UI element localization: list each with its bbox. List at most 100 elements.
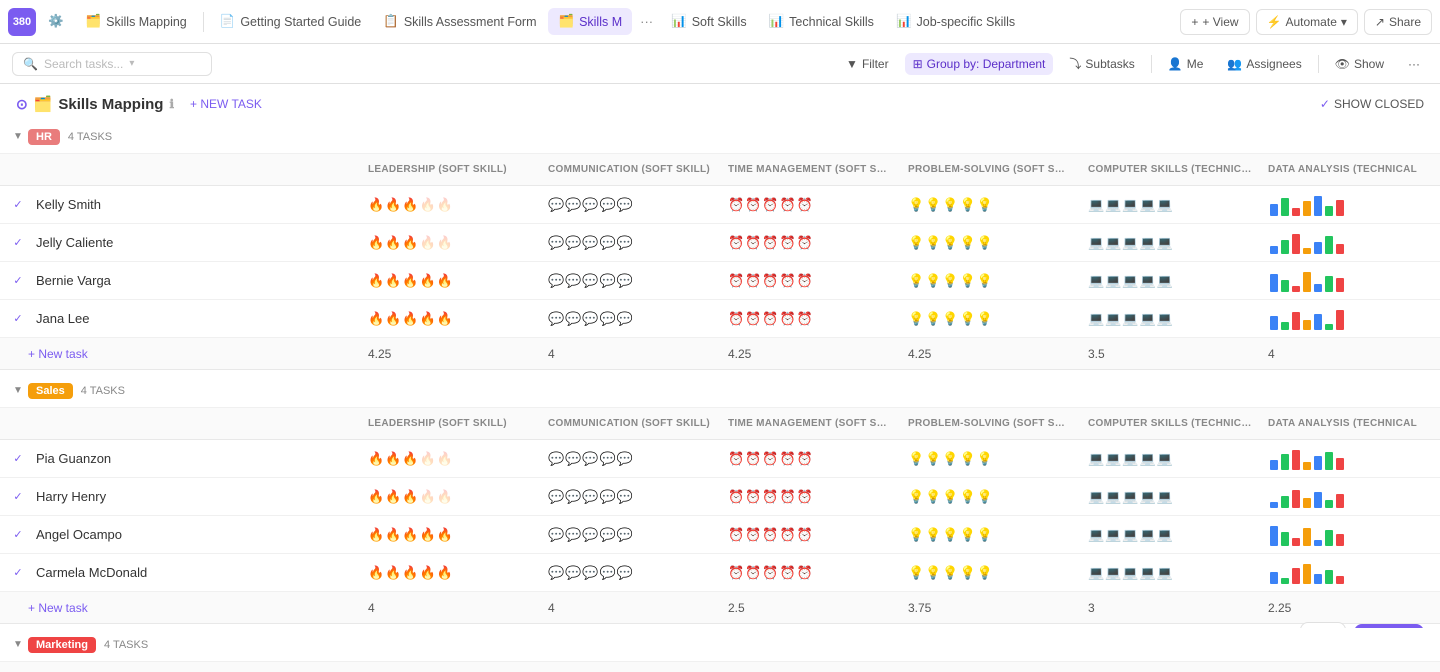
group-header-marketing: ▼ Marketing 4 TASKS xyxy=(0,628,1440,662)
footer-problem-sales: 3.75 xyxy=(900,601,1080,615)
task-name: Angel Ocampo xyxy=(28,527,360,542)
automate-button[interactable]: ⚡ Automate ▾ xyxy=(1256,9,1358,35)
task-checkbox[interactable]: ✓ xyxy=(8,198,28,211)
task-communication-cell: 💬💬💬💬💬 xyxy=(540,197,720,213)
nav-tab-job-specific[interactable]: 📊 Job-specific Skills xyxy=(886,8,1025,35)
task-checkbox[interactable]: ✓ xyxy=(8,490,28,503)
subtasks-icon: ⤵ xyxy=(1069,55,1081,72)
view-button[interactable]: + + View xyxy=(1180,9,1249,35)
board-collapse-icon[interactable]: ⊙ xyxy=(16,96,28,113)
task-row[interactable]: ✓ Angel Ocampo 🔥🔥🔥🔥🔥 💬💬💬💬💬 ⏰⏰⏰⏰⏰ 💡💡💡💡💡 💻… xyxy=(0,516,1440,554)
nav-tab-clickup[interactable]: ⚙️ xyxy=(38,8,74,35)
new-task-button-hr[interactable]: + New task xyxy=(0,347,360,361)
task-leadership-cell: 🔥🔥🔥🔥🔥 xyxy=(360,197,540,213)
col-leadership: LEADERSHIP (SOFT SKILL) xyxy=(360,418,540,429)
nav-actions: + + View ⚡ Automate ▾ ↗ Share xyxy=(1180,9,1432,35)
task-computer-cell: 💻💻💻💻💻 xyxy=(1080,451,1260,467)
group-badge-marketing: Marketing xyxy=(28,637,96,653)
task-name: Jelly Caliente xyxy=(28,235,360,250)
task-checkbox[interactable]: ✓ xyxy=(8,452,28,465)
share-button[interactable]: ↗ Share xyxy=(1364,9,1432,35)
app-logo[interactable]: 380 xyxy=(8,8,36,36)
column-headers-marketing: LEADERSHIP (SOFT SKILL) COMMUNICATION (S… xyxy=(0,662,1440,672)
filter-button[interactable]: ▼ Filter xyxy=(838,53,897,75)
col-data-analysis: DATA ANALYSIS (TECHNICAL xyxy=(1260,164,1440,175)
main-content: ⊙ 🗂️ Skills Mapping ℹ + NEW TASK ✓ SHOW … xyxy=(0,84,1440,672)
subtasks-button[interactable]: ⤵ Subtasks xyxy=(1061,51,1142,76)
nav-tab-skills-assessment[interactable]: 📋 Skills Assessment Form xyxy=(373,8,546,35)
new-task-button-sales[interactable]: + New task xyxy=(0,601,360,615)
group-toggle-sales[interactable]: ▼ xyxy=(8,381,28,401)
task-problem-cell: 💡💡💡💡💡 xyxy=(900,197,1080,213)
nav-more-tabs[interactable]: ··· xyxy=(634,10,659,33)
task-checkbox[interactable]: ✓ xyxy=(8,274,28,287)
nav-title-icon: 🗂️ xyxy=(86,14,102,29)
footer-time-sales: 2.5 xyxy=(720,601,900,615)
task-problem-cell: 💡💡💡💡💡 xyxy=(900,273,1080,289)
task-checkbox[interactable]: ✓ xyxy=(8,528,28,541)
task-row[interactable]: ✓ Kelly Smith 🔥🔥🔥🔥🔥 💬💬💬💬💬 ⏰⏰⏰⏰⏰ 💡💡💡💡💡 💻💻… xyxy=(0,186,1440,224)
task-name: Bernie Varga xyxy=(28,273,360,288)
filter-icon: ▼ xyxy=(846,57,858,71)
more-options-button[interactable]: ··· xyxy=(1400,53,1428,75)
task-computer-cell: 💻💻💻💻💻 xyxy=(1080,235,1260,251)
task-leadership-cell: 🔥🔥🔥🔥🔥 xyxy=(360,489,540,505)
task-communication-cell: 💬💬💬💬💬 xyxy=(540,451,720,467)
task-name: Kelly Smith xyxy=(28,197,360,212)
task-computer-cell: 💻💻💻💻💻 xyxy=(1080,197,1260,213)
task-problem-cell: 💡💡💡💡💡 xyxy=(900,235,1080,251)
task-data-cell xyxy=(1260,308,1440,330)
footer-computer-hr: 3.5 xyxy=(1080,347,1260,361)
nav-tab-getting-started[interactable]: 📄 Getting Started Guide xyxy=(210,8,371,35)
task-data-cell xyxy=(1260,232,1440,254)
col-problem-solving: PROBLEM-SOLVING (SOFT SKIL... xyxy=(900,164,1080,175)
task-leadership-cell: 🔥🔥🔥🔥🔥 xyxy=(360,451,540,467)
show-closed-button[interactable]: ✓ SHOW CLOSED xyxy=(1320,97,1424,111)
search-box[interactable]: 🔍 Search tasks... ▾ xyxy=(12,52,212,76)
group-hr: ▼ HR 4 TASKS LEADERSHIP (SOFT SKILL) COM… xyxy=(0,120,1440,370)
nav-tab-soft-skills[interactable]: 📊 Soft Skills xyxy=(661,8,756,35)
group-toggle-hr[interactable]: ▼ xyxy=(8,127,28,147)
grid-icon: 🗂️ xyxy=(558,14,574,29)
task-checkbox[interactable]: ✓ xyxy=(8,566,28,579)
add-task-button[interactable]: + NEW TASK xyxy=(182,94,270,114)
task-data-cell xyxy=(1260,562,1440,584)
group-toggle-marketing[interactable]: ▼ xyxy=(8,635,28,655)
task-row[interactable]: ✓ Carmela McDonald 🔥🔥🔥🔥🔥 💬💬💬💬💬 ⏰⏰⏰⏰⏰ 💡💡💡… xyxy=(0,554,1440,592)
task-row[interactable]: ✓ Pia Guanzon 🔥🔥🔥🔥🔥 💬💬💬💬💬 ⏰⏰⏰⏰⏰ 💡💡💡💡💡 💻💻… xyxy=(0,440,1440,478)
nav-tab-skills-m[interactable]: 🗂️ Skills M xyxy=(548,8,632,35)
nav-tab-technical-skills[interactable]: 📊 Technical Skills xyxy=(759,8,884,35)
toolbar-divider xyxy=(1151,55,1152,73)
task-computer-cell: 💻💻💻💻💻 xyxy=(1080,489,1260,505)
task-name: Jana Lee xyxy=(28,311,360,326)
task-communication-cell: 💬💬💬💬💬 xyxy=(540,235,720,251)
task-checkbox[interactable]: ✓ xyxy=(8,312,28,325)
group-by-button[interactable]: ⊞ Group by: Department xyxy=(905,53,1054,75)
assignees-button[interactable]: 👥 Assignees xyxy=(1219,53,1309,75)
col-computer-skills: COMPUTER SKILLS (TECHNICA... xyxy=(1080,164,1260,175)
task-checkbox[interactable]: ✓ xyxy=(8,236,28,249)
info-icon[interactable]: ℹ xyxy=(169,97,174,111)
group-task-count-hr: 4 TASKS xyxy=(68,131,112,143)
show-button[interactable]: 👁 Show xyxy=(1327,53,1392,75)
task-data-cell xyxy=(1260,448,1440,470)
checkmark-icon: ✓ xyxy=(1320,97,1330,111)
new-task-row-sales: + New task 4 4 2.5 3.75 3 2.25 xyxy=(0,592,1440,624)
group-badge-hr: HR xyxy=(28,129,60,145)
task-row[interactable]: ✓ Jana Lee 🔥🔥🔥🔥🔥 💬💬💬💬💬 ⏰⏰⏰⏰⏰ 💡💡💡💡💡 💻💻💻💻💻 xyxy=(0,300,1440,338)
share-icon: ↗ xyxy=(1375,15,1385,29)
group-header-sales: ▼ Sales 4 TASKS xyxy=(0,374,1440,408)
footer-leadership-sales: 4 xyxy=(360,601,540,615)
task-row[interactable]: ✓ Jelly Caliente 🔥🔥🔥🔥🔥 💬💬💬💬💬 ⏰⏰⏰⏰⏰ 💡💡💡💡💡… xyxy=(0,224,1440,262)
search-icon: 🔍 xyxy=(23,57,38,71)
nav-title: 🗂️ Skills Mapping xyxy=(76,8,197,35)
task-row[interactable]: ✓ Harry Henry 🔥🔥🔥🔥🔥 💬💬💬💬💬 ⏰⏰⏰⏰⏰ 💡💡💡💡💡 💻💻… xyxy=(0,478,1440,516)
plus-icon: + xyxy=(1191,15,1198,29)
task-time-cell: ⏰⏰⏰⏰⏰ xyxy=(720,197,900,213)
task-row[interactable]: ✓ Bernie Varga 🔥🔥🔥🔥🔥 💬💬💬💬💬 ⏰⏰⏰⏰⏰ 💡💡💡💡💡 💻… xyxy=(0,262,1440,300)
col-communication: COMMUNICATION (SOFT SKILL) xyxy=(540,164,720,175)
group-marketing: ▼ Marketing 4 TASKS LEADERSHIP (SOFT SKI… xyxy=(0,628,1440,672)
chart-icon-1: 📊 xyxy=(671,14,687,29)
me-button[interactable]: 👤 Me xyxy=(1160,53,1212,75)
task-computer-cell: 💻💻💻💻💻 xyxy=(1080,527,1260,543)
